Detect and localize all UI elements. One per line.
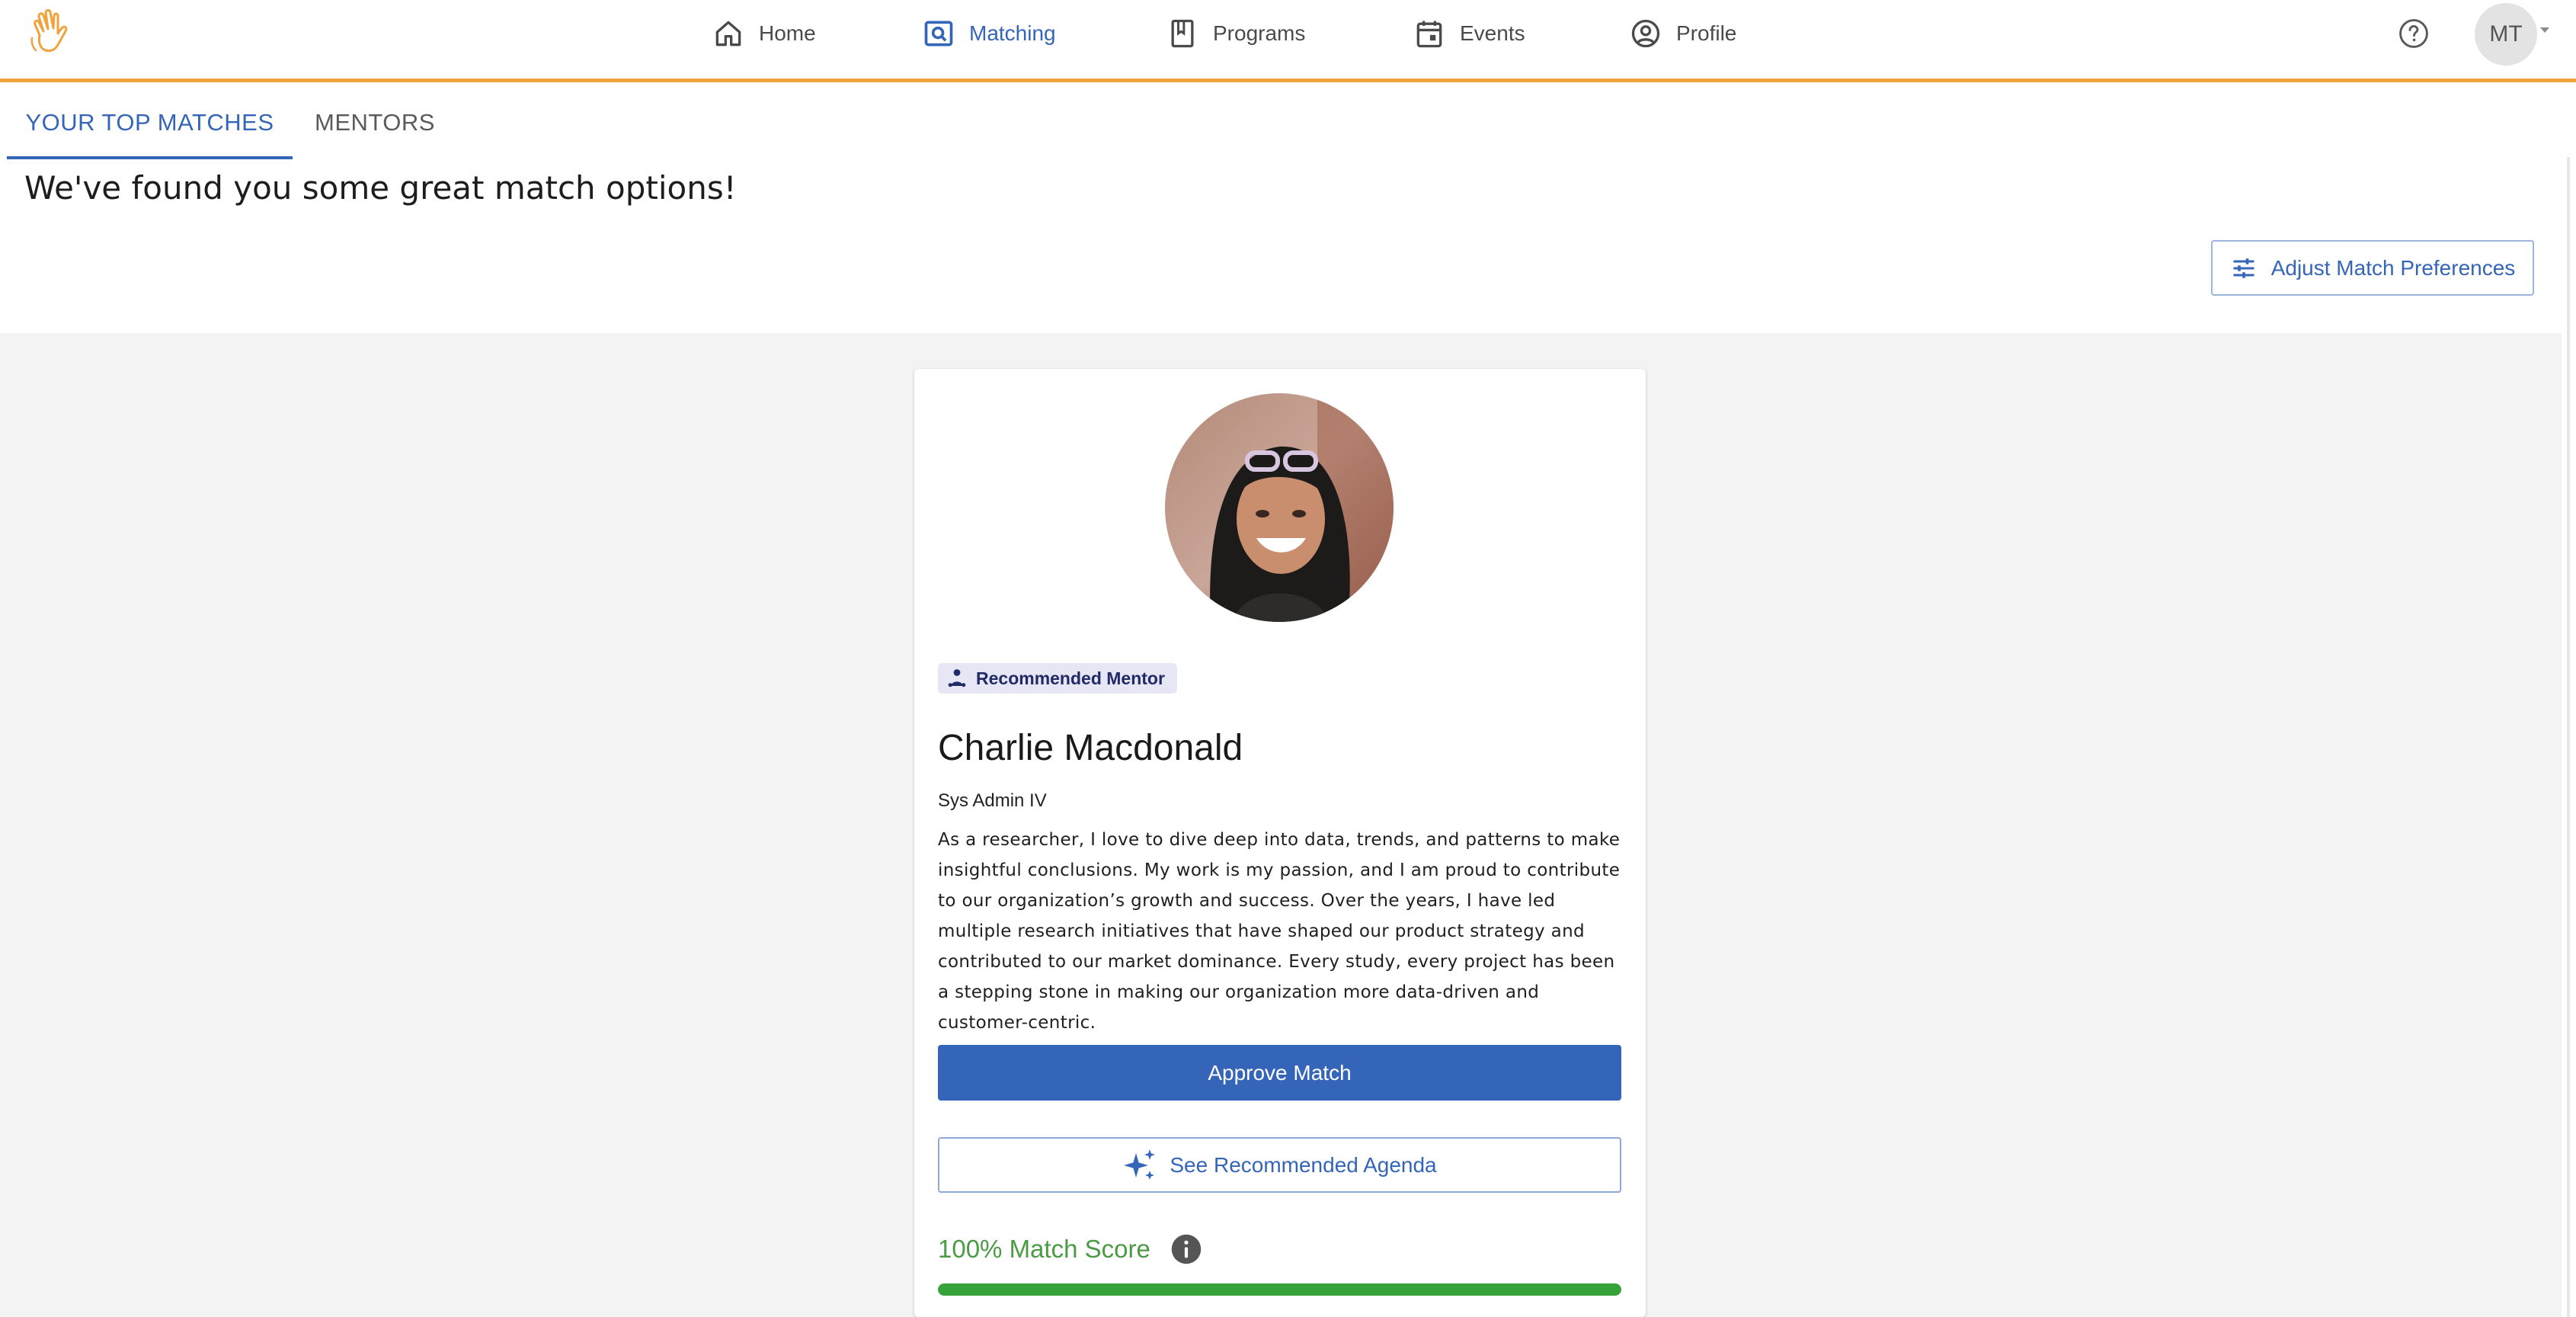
- nav-programs-label: Programs: [1213, 21, 1306, 45]
- info-icon[interactable]: [1170, 1233, 1202, 1265]
- nav-profile[interactable]: Profile: [1629, 14, 1736, 53]
- events-icon: [1416, 21, 1442, 48]
- adjust-match-preferences-label: Adjust Match Preferences: [2270, 255, 2516, 280]
- mentor-role: Sys Admin IV: [938, 790, 1047, 811]
- profile-icon: [1631, 19, 1660, 48]
- nav-events-label: Events: [1460, 21, 1525, 45]
- user-initials: MT: [2489, 21, 2523, 46]
- tab-mentors[interactable]: MENTORS: [299, 86, 451, 159]
- mentor-photo: [1165, 393, 1394, 622]
- nav-home[interactable]: Home: [712, 14, 816, 53]
- mentor-person-icon: [948, 669, 966, 687]
- see-recommended-agenda-label: See Recommended Agenda: [1170, 1152, 1437, 1177]
- scrollbar-thumb[interactable]: [2567, 157, 2570, 1317]
- mentor-name: Charlie Macdonald: [938, 728, 1243, 768]
- match-card: Recommended Mentor Charlie Macdonald Sys…: [914, 369, 1646, 1317]
- programs-icon: [1171, 19, 1194, 48]
- nav-matching[interactable]: Matching: [922, 14, 1056, 53]
- nav-matching-label: Matching: [969, 21, 1056, 45]
- matching-icon: [924, 21, 953, 46]
- chevron-down-icon[interactable]: [2540, 27, 2549, 33]
- recommended-mentor-badge: Recommended Mentor: [938, 663, 1177, 694]
- match-score-label: 100% Match Score: [938, 1235, 1150, 1263]
- match-score-bar-fill: [938, 1283, 1621, 1296]
- match-score-bar: [938, 1283, 1621, 1296]
- user-avatar-button[interactable]: MT: [2475, 3, 2537, 66]
- mentor-bio: As a researcher, I love to dive deep int…: [938, 830, 1621, 1033]
- sparkle-icon: [1124, 1149, 1156, 1180]
- nav-events[interactable]: Events: [1413, 14, 1525, 53]
- waving-hand-logo-icon[interactable]: [29, 8, 73, 56]
- help-icon[interactable]: [2397, 17, 2430, 50]
- home-icon: [715, 21, 741, 46]
- sliders-icon: [2233, 258, 2254, 278]
- match-tabs: YOUR TOP MATCHES MENTORS: [0, 86, 2576, 159]
- see-recommended-agenda-button[interactable]: See Recommended Agenda: [938, 1137, 1621, 1193]
- adjust-match-preferences-button[interactable]: Adjust Match Preferences: [2211, 240, 2534, 296]
- top-navigation: Home Matching Programs Events Profile MT: [0, 0, 2576, 82]
- approve-match-label: Approve Match: [1208, 1060, 1352, 1085]
- tab-mentors-label: MENTORS: [315, 109, 435, 136]
- nav-home-label: Home: [759, 21, 816, 45]
- page-headline: We've found you some great match options…: [24, 169, 737, 207]
- recommended-mentor-label: Recommended Mentor: [976, 668, 1165, 688]
- tab-your-top-matches[interactable]: YOUR TOP MATCHES: [7, 86, 293, 159]
- match-score-row: 100% Match Score: [938, 1233, 1202, 1265]
- tab-your-top-matches-label: YOUR TOP MATCHES: [25, 109, 274, 136]
- nav-programs[interactable]: Programs: [1166, 14, 1305, 53]
- nav-profile-label: Profile: [1676, 21, 1737, 45]
- approve-match-button[interactable]: Approve Match: [938, 1045, 1621, 1101]
